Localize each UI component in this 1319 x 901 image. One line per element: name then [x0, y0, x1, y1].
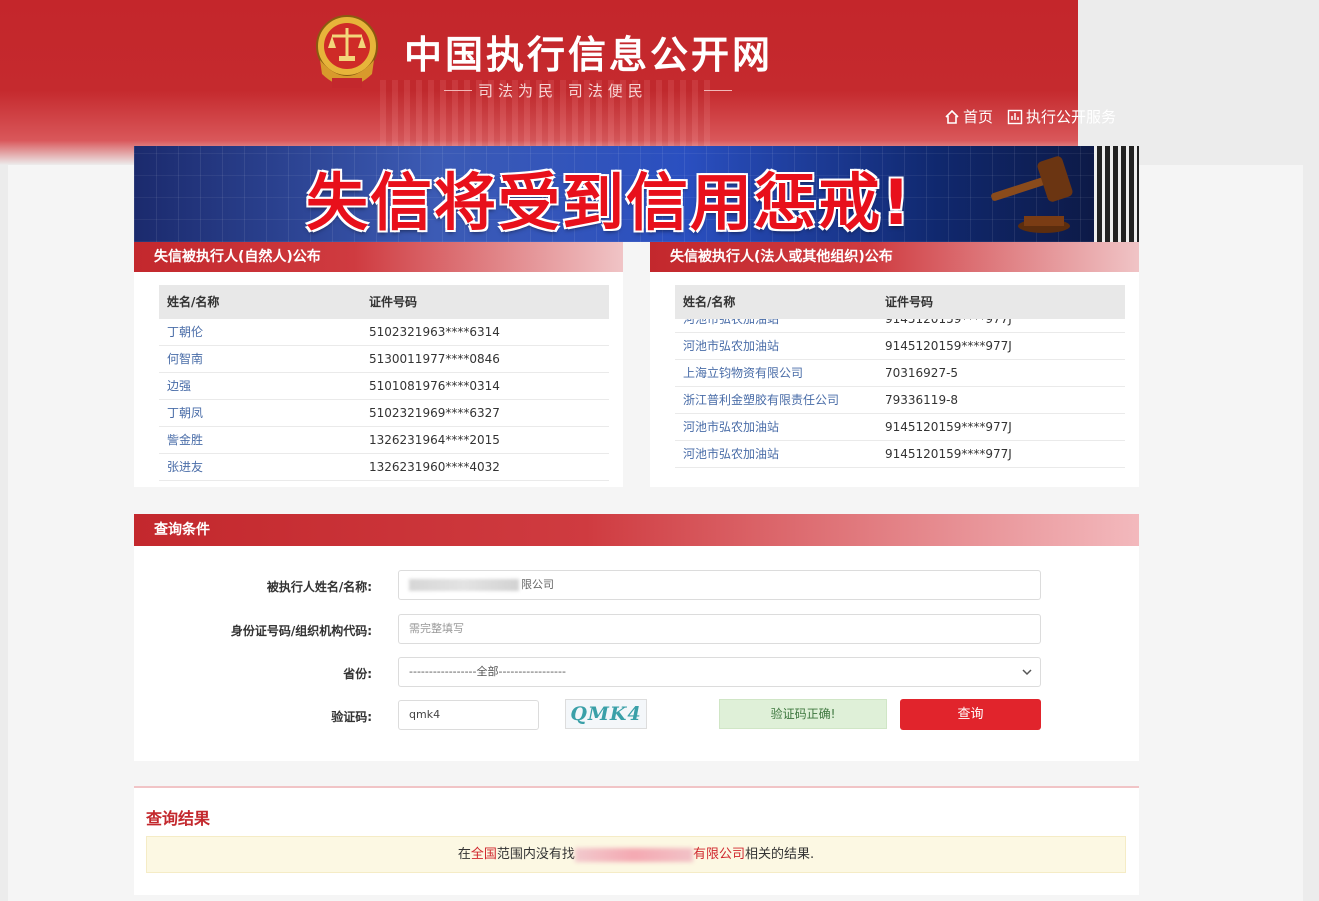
redacted-company	[574, 847, 693, 862]
row-name-link[interactable]: 訾金胜	[159, 427, 369, 453]
org-panel-title: 失信被执行人(法人或其他组织)公布	[650, 242, 1139, 272]
person-panel-title: 失信被执行人(自然人)公布	[134, 242, 623, 272]
redacted-text	[409, 579, 519, 591]
result-section: 查询结果 在全国范围内没有找 有限公司相关的结果.	[134, 786, 1139, 895]
row-name-link[interactable]: 丁朝凤	[159, 400, 369, 426]
row-id: 79336119-8	[885, 393, 959, 407]
table-row[interactable]: 何智南 5130011977****0846	[159, 346, 609, 373]
nav-enforcement-label: 执行公开服务	[1026, 108, 1117, 126]
site-title: 中国执行信息公开网	[404, 32, 774, 77]
table-row-partial: 河池市弘农加油站 9145120159****977J	[675, 319, 1125, 333]
chart-icon	[1007, 109, 1023, 124]
row-name-link[interactable]: 上海立钧物资有限公司	[675, 360, 885, 386]
row-id: 5102321969****6327	[369, 406, 500, 420]
province-select[interactable]: -----------------全部-----------------	[398, 657, 1041, 687]
captcha-status: 验证码正确!	[719, 699, 887, 729]
id-field-label: 身份证号码/组织机构代码:	[230, 624, 372, 638]
table-row[interactable]: 丁朝凤 5102321969****6327	[159, 400, 609, 427]
person-panel: 失信被执行人(自然人)公布 姓名/名称 证件号码 丁朝伦 5102321963*…	[134, 242, 623, 487]
table-row[interactable]: 河池市弘农加油站 9145120159****977J	[675, 441, 1125, 468]
site-slogan: 司法为民 司法便民	[478, 82, 648, 100]
row-id: 1326231964****2015	[369, 433, 500, 447]
banner-slogan: 失信将受到信用惩戒!	[306, 166, 913, 239]
captcha-field-label: 验证码:	[331, 710, 372, 724]
row-id: 1326231960****4032	[369, 460, 500, 474]
table-header: 姓名/名称 证件号码	[675, 285, 1125, 319]
province-field-label: 省份:	[343, 667, 372, 681]
row-name-link[interactable]: 河池市弘农加油站	[675, 319, 885, 332]
query-form-title: 查询条件	[134, 514, 1139, 546]
row-id: 5102321963****6314	[369, 325, 500, 339]
top-nav: 首页 执行公开服务	[944, 106, 1116, 127]
captcha-input-value: qmk4	[409, 708, 441, 721]
person-table: 姓名/名称 证件号码 丁朝伦 5102321963****6314 何智南 51…	[159, 285, 609, 481]
row-id: 5130011977****0846	[369, 352, 500, 366]
result-message: 在全国范围内没有找 有限公司相关的结果.	[146, 836, 1126, 873]
row-id: 9145120159****977J	[885, 420, 1012, 434]
id-input[interactable]: 需完整填写	[398, 614, 1041, 644]
id-input-placeholder: 需完整填写	[409, 622, 464, 635]
captcha-input[interactable]: qmk4	[398, 700, 539, 730]
row-name-link[interactable]: 浙江普利金塑胶有限责任公司	[675, 387, 885, 413]
row-name-link[interactable]: 河池市弘农加油站	[675, 441, 885, 467]
home-icon	[945, 109, 959, 124]
table-row[interactable]: 訾金胜 1326231964****2015	[159, 427, 609, 454]
row-id: 9145120159****977J	[885, 447, 1012, 461]
slogan-divider	[704, 90, 732, 91]
table-row[interactable]: 上海立钧物资有限公司 70316927-5	[675, 360, 1125, 387]
search-button[interactable]: 查询	[900, 699, 1041, 730]
row-id: 70316927-5	[885, 366, 959, 380]
chevron-down-icon	[1022, 669, 1032, 676]
row-name-link[interactable]: 何智南	[159, 346, 369, 372]
table-row[interactable]: 张进友 1326231960****4032	[159, 454, 609, 481]
table-row[interactable]: 河池市弘农加油站 9145120159****977J	[675, 333, 1125, 360]
banner-bars-decoration	[1094, 146, 1139, 242]
result-prefix: 在	[457, 847, 471, 862]
row-id: 9145120159****977J	[885, 319, 1012, 326]
nav-home-label: 首页	[963, 108, 994, 126]
nav-home-link[interactable]: 首页	[944, 106, 993, 127]
row-name-link[interactable]: 河池市弘农加油站	[675, 414, 885, 440]
row-name-link[interactable]: 丁朝伦	[159, 319, 369, 345]
row-id: 9145120159****977J	[885, 339, 1012, 353]
result-scope: 全国	[470, 847, 497, 862]
table-row[interactable]: 浙江普利金塑胶有限责任公司 79336119-8	[675, 387, 1125, 414]
row-id: 5101081976****0314	[369, 379, 500, 393]
gavel-icon	[991, 156, 1073, 233]
table-row[interactable]: 丁朝伦 5102321963****6314	[159, 319, 609, 346]
row-name-link[interactable]: 边强	[159, 373, 369, 399]
column-header-name: 姓名/名称	[167, 295, 220, 309]
result-ending: 相关的结果.	[744, 847, 815, 862]
column-header-id: 证件号码	[369, 295, 418, 309]
org-table: 姓名/名称 证件号码 河池市弘农加油站 9145120159****977J 河…	[675, 285, 1125, 468]
column-header-name: 姓名/名称	[683, 295, 736, 309]
banner: 失信将受到信用惩戒!	[134, 146, 1139, 242]
captcha-image[interactable]: QMK4	[565, 699, 647, 729]
province-selected-value: -----------------全部-----------------	[409, 665, 566, 678]
result-company-suffix: 有限公司	[692, 847, 745, 862]
row-name-link[interactable]: 河池市弘农加油站	[675, 333, 885, 359]
result-title: 查询结果	[146, 809, 211, 828]
org-panel: 失信被执行人(法人或其他组织)公布 姓名/名称 证件号码 河池市弘农加油站 91…	[650, 242, 1139, 487]
name-input-value: 限公司	[521, 578, 554, 591]
row-name-link[interactable]: 张进友	[159, 454, 369, 480]
name-input[interactable]: 限公司	[398, 570, 1041, 600]
name-field-label: 被执行人姓名/名称:	[266, 580, 372, 594]
table-row[interactable]: 河池市弘农加油站 9145120159****977J	[675, 414, 1125, 441]
column-header-id: 证件号码	[885, 295, 934, 309]
result-middle: 范围内没有找	[496, 847, 575, 862]
slogan-divider	[444, 90, 472, 91]
nav-enforcement-link[interactable]: 执行公开服务	[1007, 106, 1116, 127]
court-emblem-icon	[316, 15, 378, 88]
table-header: 姓名/名称 证件号码	[159, 285, 609, 319]
table-row[interactable]: 边强 5101081976****0314	[159, 373, 609, 400]
